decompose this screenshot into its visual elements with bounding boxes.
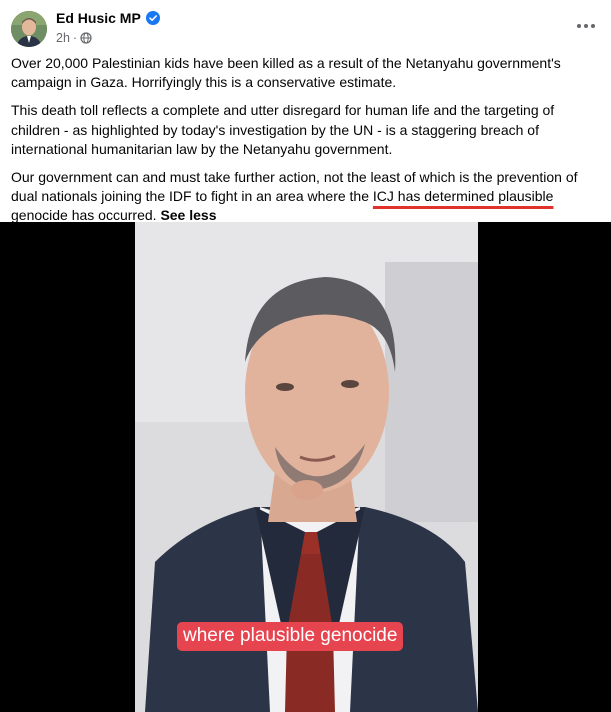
more-options-icon[interactable] <box>575 18 597 34</box>
author-name[interactable]: Ed Husic MP <box>56 10 141 26</box>
meta-separator: · <box>72 31 78 45</box>
verified-badge-icon <box>145 11 160 25</box>
video-frame: where plausible genocide <box>135 222 478 712</box>
post-text: Over 20,000 Palestinian kids have been k… <box>11 54 591 235</box>
video-caption: where plausible genocide <box>177 622 404 651</box>
post-timestamp[interactable]: 2h <box>56 31 70 45</box>
post-header: Ed Husic MP 2h · <box>0 0 611 52</box>
globe-icon[interactable] <box>80 32 92 44</box>
video-player[interactable]: where plausible genocide <box>0 222 611 712</box>
author-avatar[interactable] <box>11 11 47 47</box>
post-paragraph-1: Over 20,000 Palestinian kids have been k… <box>11 55 561 91</box>
avatar-image <box>11 11 47 47</box>
post-paragraph-3: Our government can and must take further… <box>11 168 591 226</box>
post-paragraph-2: This death toll reflects a complete and … <box>11 102 555 157</box>
